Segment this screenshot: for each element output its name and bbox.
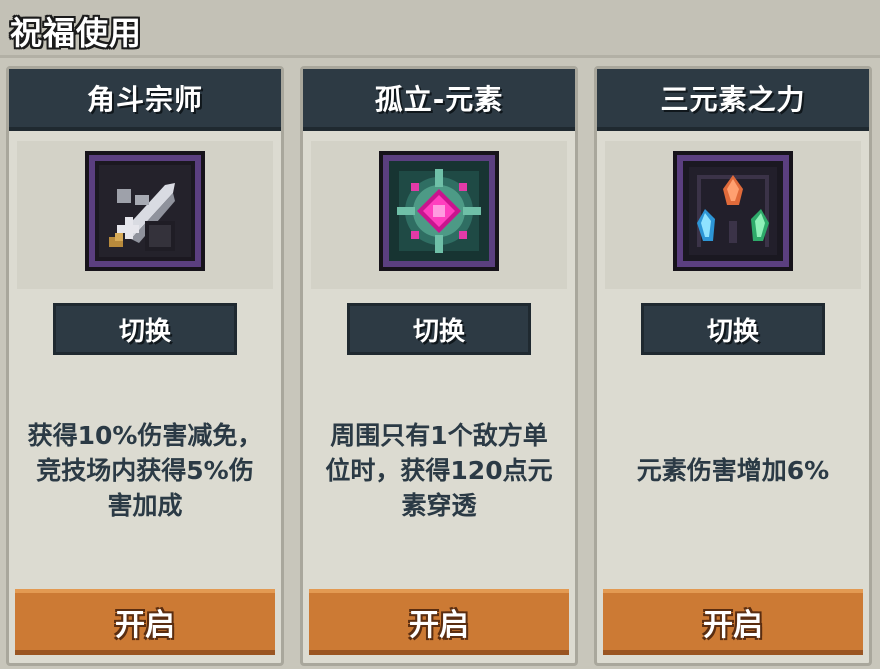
three-elements-crystals-icon <box>673 151 793 271</box>
blessing-description: 获得10%伤害减免， 竞技场内获得5%伤 害加成 <box>27 420 263 520</box>
open-button[interactable]: 开启 <box>309 589 569 655</box>
switch-button[interactable]: 切换 <box>641 303 825 355</box>
icon-area <box>311 141 567 289</box>
gladiator-sword-icon <box>85 151 205 271</box>
blessing-panel: 祝福使用 角斗宗师 切换 获得10%伤害减免， 竞技场内获得5%伤 害加成 开启… <box>0 0 880 669</box>
card-header: 角斗宗师 <box>9 69 281 131</box>
card-title: 孤立-元素 <box>374 83 504 116</box>
open-button[interactable]: 开启 <box>603 589 863 655</box>
card-title: 三元素之力 <box>660 83 806 116</box>
open-button[interactable]: 开启 <box>15 589 275 655</box>
switch-button-label: 切换 <box>412 316 465 347</box>
card-title: 角斗宗师 <box>86 83 203 116</box>
card-header: 三元素之力 <box>597 69 869 131</box>
blessing-card-gladiator: 角斗宗师 切换 获得10%伤害减免， 竞技场内获得5%伤 害加成 开启 <box>6 66 284 666</box>
title-bar: 祝福使用 <box>0 0 880 58</box>
crystals-icon-graphic <box>683 161 783 261</box>
switch-button[interactable]: 切换 <box>53 303 237 355</box>
blessing-card-three-elements: 三元素之力 切换 元素伤害增加6% 开启 <box>594 66 872 666</box>
blessing-description: 周围只有1个敌方单 位时，获得120点元 素穿透 <box>325 420 553 520</box>
icon-area <box>605 141 861 289</box>
page-title: 祝福使用 <box>10 14 143 52</box>
blessing-card-isolated-element: 孤立-元素 切换 周围只有1个敌方单 位时，获得120点元 素穿透 开启 <box>300 66 578 666</box>
open-button-label: 开启 <box>703 607 763 643</box>
isolated-element-gem-icon <box>379 151 499 271</box>
blessing-description: 元素伤害增加6% <box>636 455 830 485</box>
open-button-label: 开启 <box>409 607 469 643</box>
icon-area <box>17 141 273 289</box>
switch-button[interactable]: 切换 <box>347 303 531 355</box>
switch-button-label: 切换 <box>118 316 171 347</box>
sword-icon-graphic <box>95 161 195 261</box>
gem-icon-graphic <box>389 161 489 261</box>
card-header: 孤立-元素 <box>303 69 575 131</box>
switch-button-label: 切换 <box>706 316 759 347</box>
open-button-label: 开启 <box>115 607 175 643</box>
